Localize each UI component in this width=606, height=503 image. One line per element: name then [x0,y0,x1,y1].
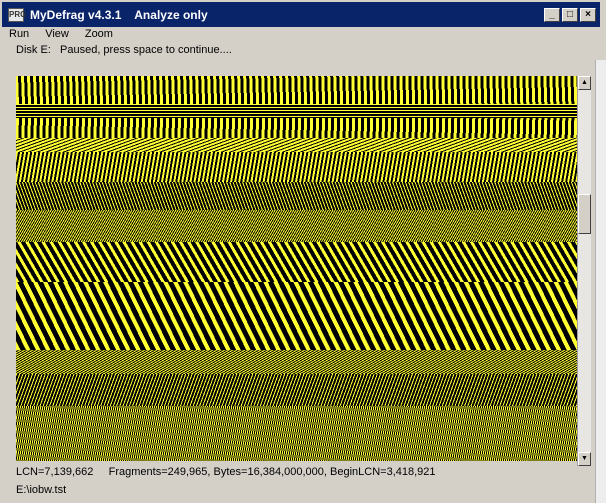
app-icon[interactable]: PRG [8,8,26,22]
disk-cluster-map[interactable] [16,76,577,461]
background-window-edge [595,60,606,503]
menu-bar: Run View Zoom [8,28,114,44]
vertical-scrollbar[interactable]: ▲ ▼ [577,76,591,466]
menu-view[interactable]: View [44,28,70,44]
scroll-down-arrow-icon[interactable]: ▼ [578,452,591,466]
cluster-band [16,374,577,406]
title-bar[interactable]: PRG MyDefrag v4.3.1 Analyze only _ □ × [2,2,600,27]
cluster-info: LCN=7,139,662 Fragments=249,965, Bytes=1… [16,466,436,478]
cluster-band [16,104,577,118]
window-controls: _ □ × [544,8,596,22]
maximize-button[interactable]: □ [562,8,578,22]
menu-run[interactable]: Run [8,28,30,44]
status-message: Disk E: Paused, press space to continue.… [16,44,232,56]
minimize-button[interactable]: _ [544,8,560,22]
cluster-band [16,76,577,104]
cluster-band [16,138,577,152]
cluster-band [16,118,577,138]
cluster-band [16,406,577,461]
cluster-band [16,210,577,242]
scroll-up-arrow-icon[interactable]: ▲ [578,76,591,90]
cluster-band [16,350,577,374]
cluster-band [16,152,577,182]
app-window: PRG MyDefrag v4.3.1 Analyze only _ □ × R… [0,0,606,503]
current-file-path: E:\iobw.tst [16,484,67,496]
cluster-band [16,282,577,350]
scrollbar-thumb[interactable] [578,194,591,234]
cluster-band [16,242,577,282]
window-title: MyDefrag v4.3.1 Analyze only [30,8,208,22]
menu-zoom[interactable]: Zoom [84,28,114,44]
cluster-band [16,182,577,210]
close-button[interactable]: × [580,8,596,22]
